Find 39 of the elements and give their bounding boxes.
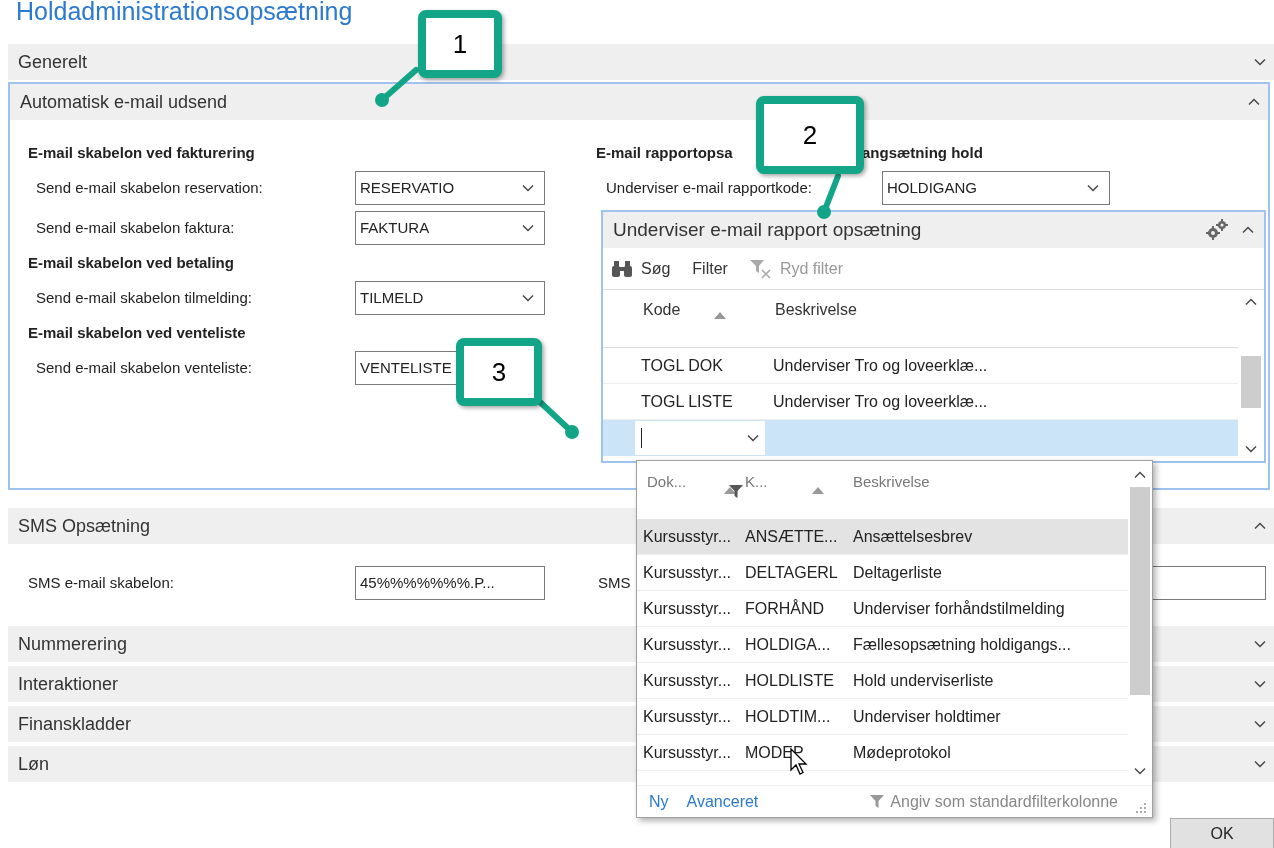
group-heading: angsætning hold: [862, 142, 983, 163]
table-cell-text: ANSÆTTE...: [745, 526, 838, 547]
table-cell-text: Kursusstyr...: [643, 562, 732, 583]
table-cell-text: FORHÅND: [745, 598, 825, 619]
group-heading: E-mail skabelon ved betaling: [28, 252, 235, 273]
table-cell-text: DELTAGERL: [745, 562, 838, 583]
table-cell-text: Kursusstyr...: [643, 742, 732, 763]
table-cell-text: Kursusstyr...: [643, 526, 732, 547]
field-label: Send e-mail skabelon reservation:: [35, 177, 264, 198]
table-cell-text: HOLDTIM...: [745, 706, 831, 727]
table-cell-text: Fællesopsætning holdigangs...: [853, 634, 1071, 655]
table-cell-text: Hold underviserliste: [853, 670, 994, 691]
table-cell-text: Underviser Tro og loveerklæ...: [772, 391, 988, 412]
group-heading: E-mail skabelon ved fakturering: [28, 142, 256, 163]
table-cell-text: Kursusstyr...: [643, 670, 732, 691]
field-label: SMS: [598, 572, 631, 593]
table-cell-text: TOGL LISTE: [640, 391, 734, 412]
table-cell-text: Mødeprotokol: [853, 742, 951, 763]
group-heading: E-mail rapportopsa: [596, 142, 734, 163]
field-label: Send e-mail skabelon faktura:: [35, 217, 236, 238]
field-label: Send e-mail skabelon venteliste:: [35, 357, 253, 378]
table-cell-text: HOLDLISTE: [745, 670, 834, 691]
table-cell-text: Underviser Tro og loveerklæ...: [772, 355, 988, 376]
field-label: SMS e-mail skabelon:: [27, 572, 175, 593]
table-cell-text: Kursusstyr...: [643, 706, 732, 727]
field-label: Send e-mail skabelon tilmelding:: [35, 287, 253, 308]
table-cell-text: Underviser holdtimer: [853, 706, 1001, 727]
field-label: Underviser e-mail rapportkode:: [605, 177, 813, 198]
table-cell-text: Kursusstyr...: [643, 634, 732, 655]
callout-number: 2: [756, 96, 864, 174]
group-heading: E-mail skabelon ved venteliste: [28, 322, 247, 343]
table-cell-text: Kursusstyr...: [643, 598, 732, 619]
table-cell-text: Deltagerliste: [853, 562, 942, 583]
table-cell-text: Underviser forhåndstilmelding: [853, 598, 1065, 619]
callout-number: 3: [456, 338, 542, 406]
table-cell-text: HOLDIGA...: [745, 634, 831, 655]
table-cell-text: Ansættelsesbrev: [853, 526, 973, 547]
table-cell-text: TOGL DOK: [640, 355, 724, 376]
callout-number: 1: [418, 10, 502, 78]
